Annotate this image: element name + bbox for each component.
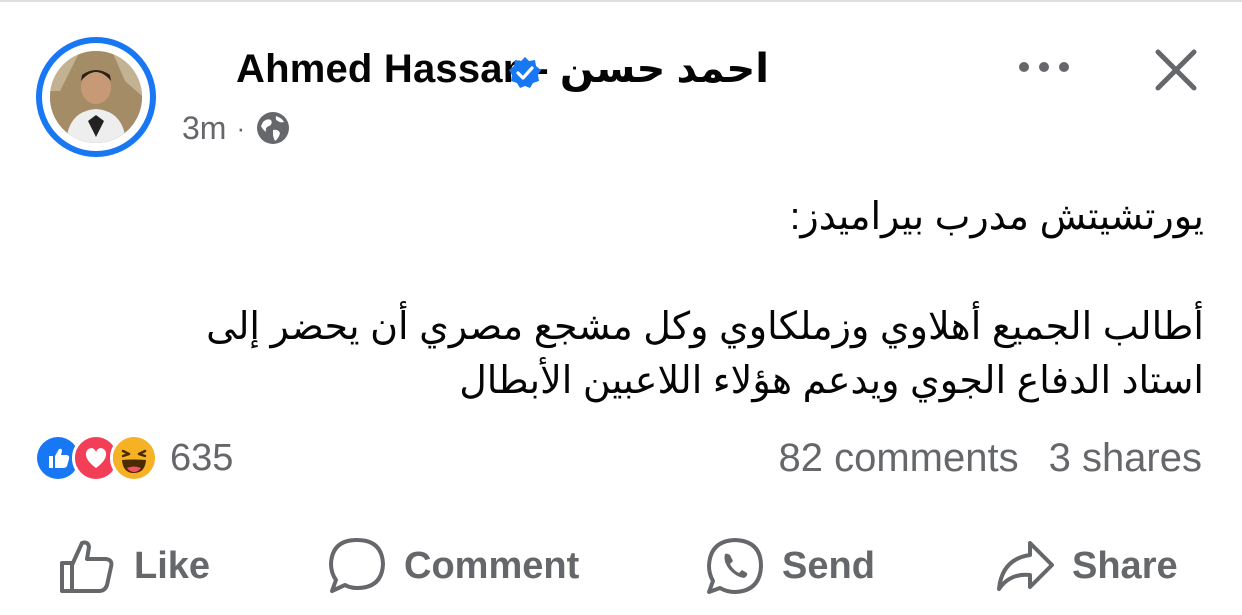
reactions-summary[interactable]: 635 (34, 432, 233, 484)
send-button[interactable]: Send (704, 528, 875, 604)
comment-label: Comment (404, 544, 580, 587)
share-icon (997, 541, 1054, 591)
engagement-counts: 82 comments 3 shares (778, 436, 1202, 481)
close-icon[interactable] (1148, 42, 1204, 98)
like-button[interactable]: Like (56, 528, 210, 604)
like-icon (60, 540, 114, 593)
post-meta: 3m · (182, 108, 291, 148)
post-text: يورتشيتش مدرب بيراميدز: أطالب الجميع أهل… (74, 190, 1204, 408)
comment-button[interactable]: Comment (326, 528, 579, 604)
author-avatar[interactable] (36, 37, 156, 157)
shares-count[interactable]: 3 shares (1049, 436, 1202, 480)
share-label: Share (1072, 544, 1178, 587)
reaction-count[interactable]: 635 (170, 437, 233, 480)
author-name[interactable]: Ahmed Hassan - احمد حسن (236, 46, 769, 96)
author-name-arabic[interactable]: - احمد حسن (535, 47, 769, 91)
author-name-latin[interactable]: Ahmed Hassan (236, 47, 527, 91)
globe-icon[interactable] (255, 110, 291, 146)
whatsapp-send-icon (707, 538, 763, 594)
meta-separator: · (236, 112, 246, 143)
share-button[interactable]: Share (994, 528, 1178, 604)
top-divider (0, 0, 1242, 2)
post-time[interactable]: 3m (182, 110, 226, 147)
haha-reaction-icon (110, 434, 158, 482)
like-label: Like (134, 544, 211, 587)
avatar-photo (50, 51, 142, 143)
comments-count[interactable]: 82 comments (778, 436, 1018, 480)
more-options-icon[interactable] (1016, 50, 1072, 84)
post-text-line: استاد الدفاع الجوي ويدعم هؤلاء اللاعبين … (459, 360, 1204, 402)
verified-badge-icon (509, 57, 541, 88)
comment-icon (329, 538, 385, 593)
post-text-line: أطالب الجميع أهلاوي وزملكاوي وكل مشجع مص… (206, 306, 1204, 348)
action-bar: Like Comment Send Share (0, 528, 1242, 604)
send-label: Send (782, 544, 875, 587)
post-text-line: يورتشيتش مدرب بيراميدز: (789, 196, 1204, 238)
